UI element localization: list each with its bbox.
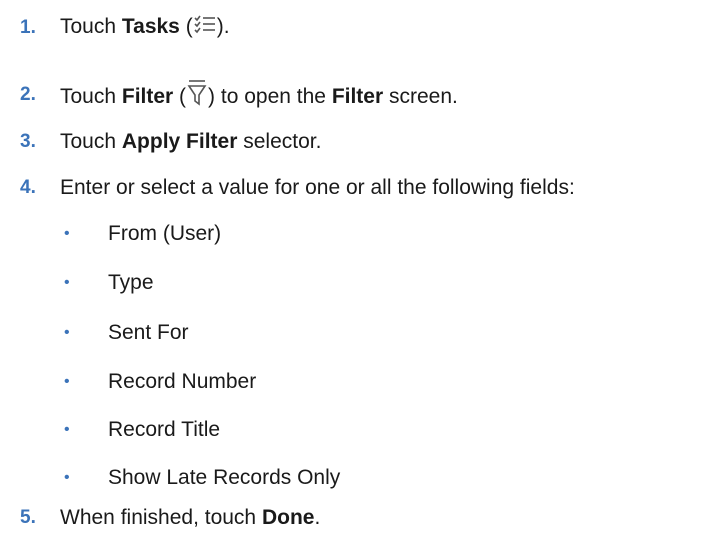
ui-term-tasks: Tasks [121, 15, 180, 38]
step-text: Touch Tasks (). [60, 15, 230, 41]
field-label: From (User) [108, 222, 222, 245]
step-text-post: ). [216, 15, 230, 38]
step-text-post: . [314, 506, 321, 529]
step-text-pre: When finished, touch [60, 506, 262, 529]
bullet-icon: • [64, 324, 70, 341]
field-label: Sent For [108, 321, 189, 344]
bullet-icon: • [64, 274, 70, 291]
ui-term-filter: Filter [121, 85, 174, 108]
bullet-icon: • [64, 373, 70, 390]
field-label: Record Title [108, 418, 221, 441]
step-text-mid: ( [179, 15, 193, 38]
ui-term-filter-screen: Filter [331, 85, 384, 108]
field-label: Show Late Records Only [108, 466, 341, 489]
ui-term-done: Done [261, 506, 315, 529]
instructions-document: 1. Touch Tasks (). 2. Touch Filter ( ) to… [0, 0, 713, 540]
step-text-post: selector. [237, 130, 322, 153]
ui-term-apply-filter: Apply Filter [121, 130, 238, 153]
filter-funnel-icon [187, 79, 207, 111]
step-text: Enter or select a value for one or all t… [60, 176, 575, 199]
step-number: 1. [20, 17, 36, 38]
step-text: When finished, touch Done. [60, 506, 320, 530]
step-text-post2: screen. [383, 85, 458, 108]
step-text-pre: Touch [60, 15, 122, 38]
step-text-pre: Touch [60, 85, 122, 108]
step-number: 5. [20, 507, 36, 528]
step-number: 2. [20, 84, 36, 105]
step-number: 4. [20, 177, 36, 198]
tasks-list-icon [194, 15, 216, 41]
bullet-icon: • [64, 225, 70, 242]
step-text-mid: ( [173, 85, 187, 108]
step-text-pre: Touch [60, 130, 122, 153]
field-label: Record Number [108, 370, 257, 393]
step-text: Touch Filter ( ) to open the Filter scree… [60, 79, 458, 111]
step-text: Touch Apply Filter selector. [60, 130, 321, 154]
field-label: Type [108, 271, 154, 294]
step-text-post: ) to open the [208, 85, 332, 108]
bullet-icon: • [64, 421, 70, 438]
bullet-icon: • [64, 469, 70, 486]
step-number: 3. [20, 131, 36, 152]
